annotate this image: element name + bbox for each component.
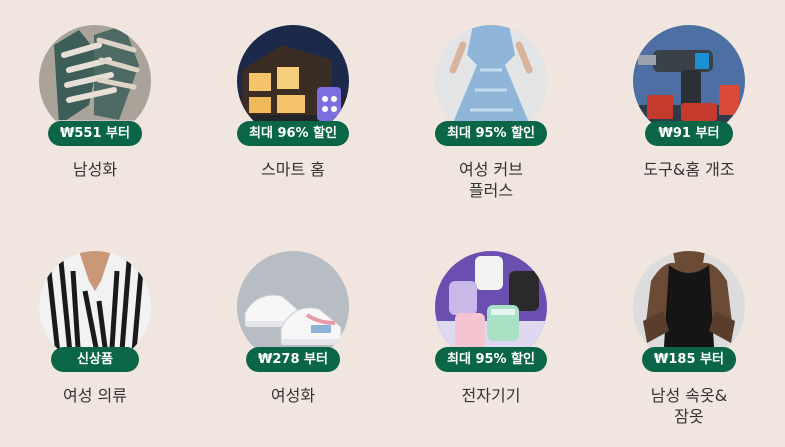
price-badge: ₩551 부터 [48,121,142,146]
category-label: 도구&홈 개조 [643,160,735,179]
discount-badge: 최대 95% 할인 [434,121,548,146]
discount-badge: 최대 95% 할인 [434,347,548,372]
category-label: 여성 커브 플러스 [459,160,523,200]
category-label: 스마트 홈 [261,160,325,179]
discount-badge: 최대 96% 할인 [236,121,350,146]
category-label: 여성화 [270,386,316,405]
price-badge: ₩91 부터 [645,121,733,146]
category-label: 남성 속옷&잠옷 [650,386,728,426]
category-label: 전자기기 [461,386,521,405]
price-badge: ₩278 부터 [246,347,340,372]
price-badge: ₩185 부터 [642,347,736,372]
category-label: 남성화 [72,160,118,179]
new-arrivals-badge: 신상품 [51,347,139,372]
category-label: 여성 의류 [63,386,127,405]
